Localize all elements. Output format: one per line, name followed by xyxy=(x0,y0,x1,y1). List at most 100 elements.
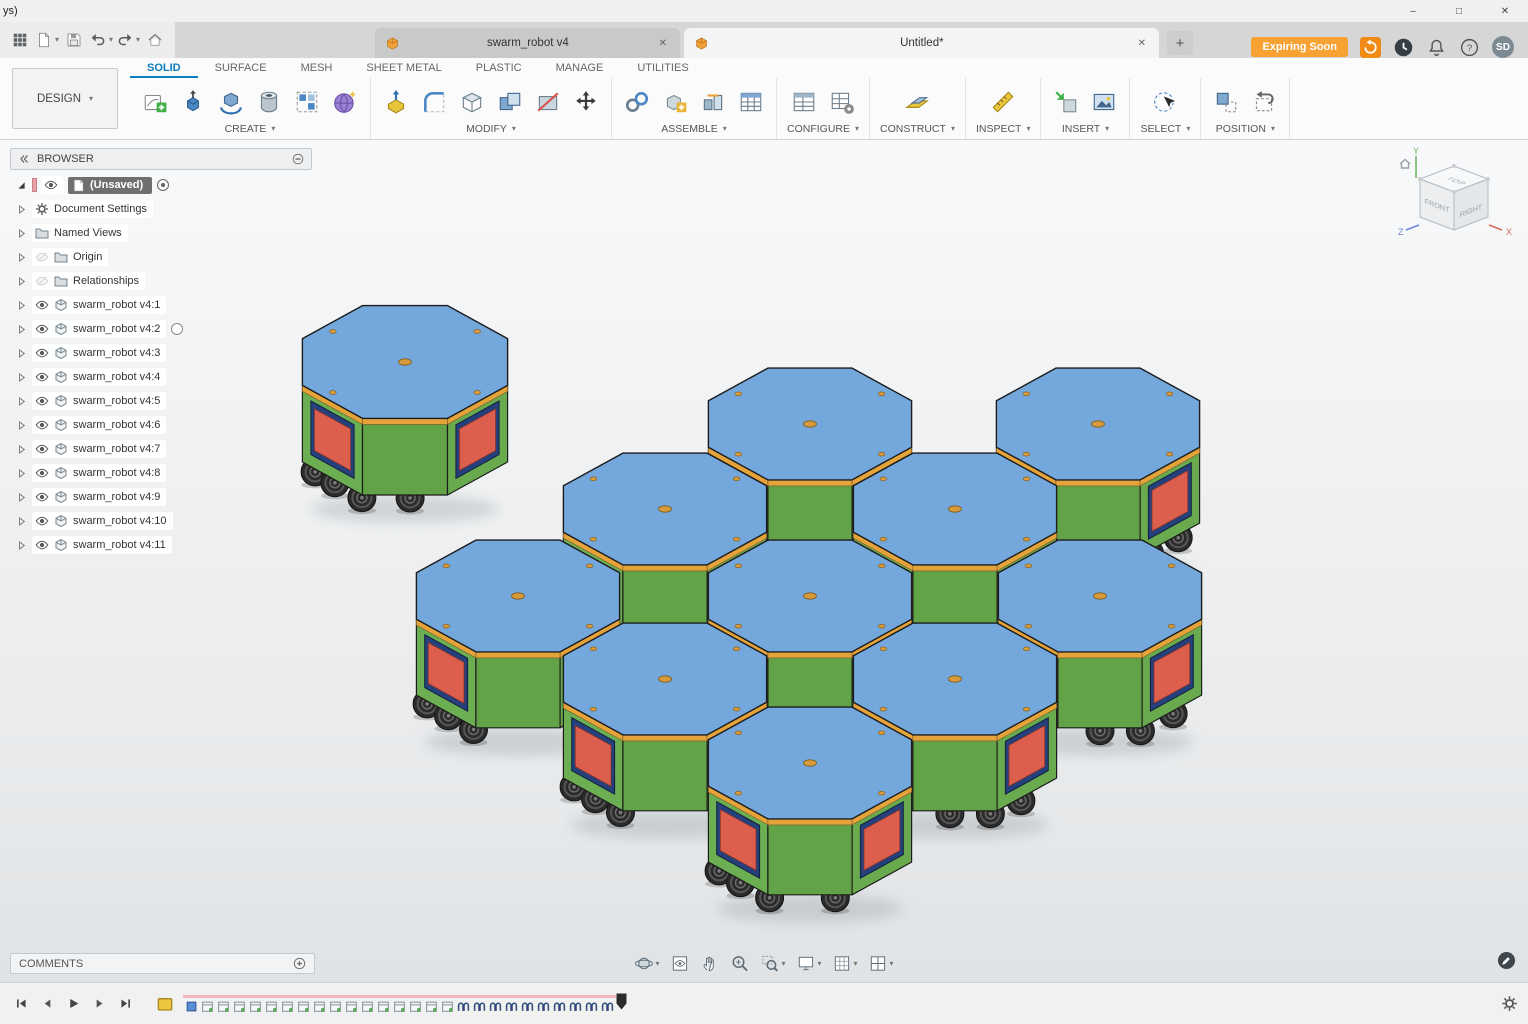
look-at-button[interactable] xyxy=(667,952,692,975)
revolve-button[interactable] xyxy=(216,87,246,117)
app-grid-button[interactable] xyxy=(8,27,32,53)
skip-start-button[interactable] xyxy=(10,992,33,1015)
collapse-panel-icon[interactable] xyxy=(18,153,30,165)
timeline-feature-component-icon[interactable] xyxy=(377,1000,390,1013)
timeline-settings-gear-icon[interactable] xyxy=(1501,995,1518,1012)
activate-radio-icon[interactable] xyxy=(170,322,184,336)
timeline-feature-joint-icon[interactable] xyxy=(585,1000,598,1013)
expand-arrow-icon[interactable] xyxy=(14,228,28,239)
ribbon-tab-solid[interactable]: SOLID xyxy=(130,58,198,78)
close-tab-icon[interactable]: ✕ xyxy=(656,38,670,49)
save-button[interactable] xyxy=(62,27,86,53)
expand-arrow-icon[interactable] xyxy=(14,300,28,311)
close-button[interactable]: ✕ xyxy=(1482,0,1528,22)
visibility-eye-icon[interactable] xyxy=(35,394,49,408)
visibility-eye-icon[interactable] xyxy=(35,370,49,384)
timeline-feature-component-icon[interactable] xyxy=(233,1000,246,1013)
ribbon-tab-sheet-metal[interactable]: SHEET METAL xyxy=(349,58,458,78)
measure-button[interactable] xyxy=(988,87,1018,117)
create-form-button[interactable] xyxy=(330,87,360,117)
assemble-joint-button[interactable] xyxy=(622,87,652,117)
hole-button[interactable] xyxy=(254,87,284,117)
group-label-dropdown[interactable]: ASSEMBLE ▾ xyxy=(622,123,766,136)
press-pull-button[interactable] xyxy=(381,87,411,117)
ribbon-tab-utilities[interactable]: UTILITIES xyxy=(620,58,705,78)
timeline-feature-component-icon[interactable] xyxy=(297,1000,310,1013)
robot-body[interactable] xyxy=(704,706,913,923)
combine-button[interactable] xyxy=(495,87,525,117)
ribbon-tab-manage[interactable]: MANAGE xyxy=(539,58,621,78)
viewcube-home-icon[interactable] xyxy=(1399,158,1411,169)
root-document-badge[interactable]: (Unsaved) xyxy=(68,176,153,194)
robot-body[interactable] xyxy=(300,304,509,523)
visibility-eye-icon[interactable] xyxy=(35,514,49,528)
timeline-feature-component-icon[interactable] xyxy=(313,1000,326,1013)
timeline-feature-component-icon[interactable] xyxy=(441,1000,454,1013)
window-zoom-button[interactable]: ▾ xyxy=(757,952,788,975)
ribbon-tab-plastic[interactable]: PLASTIC xyxy=(459,58,539,78)
timeline-feature-component-icon[interactable] xyxy=(281,1000,294,1013)
add-comment-icon[interactable] xyxy=(293,957,306,970)
group-label-dropdown[interactable]: CONSTRUCT ▾ xyxy=(880,123,955,136)
group-label-dropdown[interactable]: SELECT ▾ xyxy=(1140,123,1190,136)
create-sketch-button[interactable] xyxy=(140,87,170,117)
fillet-button[interactable] xyxy=(419,87,449,117)
group-label-dropdown[interactable]: INSERT ▾ xyxy=(1051,123,1119,136)
timeline-feature-component-icon[interactable] xyxy=(329,1000,342,1013)
timeline-feature-component-icon[interactable] xyxy=(345,1000,358,1013)
workspace-switcher[interactable]: DESIGN ▾ xyxy=(12,68,118,129)
expand-arrow-icon[interactable] xyxy=(14,492,28,503)
select-tool-button[interactable] xyxy=(1150,87,1180,117)
visibility-eye-icon[interactable] xyxy=(35,490,49,504)
group-label-dropdown[interactable]: MODIFY ▾ xyxy=(381,123,601,136)
timeline-feature-component-icon[interactable] xyxy=(217,1000,230,1013)
viewports-button[interactable]: ▾ xyxy=(866,952,897,975)
help-icon[interactable]: ? xyxy=(1459,37,1480,58)
visibility-eye-icon[interactable] xyxy=(35,466,49,480)
timeline-feature-joint-icon[interactable] xyxy=(569,1000,582,1013)
browser-item-row[interactable]: Document Settings xyxy=(10,197,312,221)
browser-item-row[interactable]: swarm_robot v4:3 xyxy=(10,341,312,365)
collapse-all-icon[interactable] xyxy=(292,153,304,165)
expand-arrow-icon[interactable] xyxy=(14,348,28,359)
expand-arrow-icon[interactable] xyxy=(14,324,28,335)
timeline-feature-joint-icon[interactable] xyxy=(537,1000,550,1013)
timeline-feature-joint-icon[interactable] xyxy=(601,1000,614,1013)
browser-item-row[interactable]: swarm_robot v4:1 xyxy=(10,293,312,317)
timeline-feature-joint-icon[interactable] xyxy=(521,1000,534,1013)
browser-item-row[interactable]: swarm_robot v4:7 xyxy=(10,437,312,461)
new-component-button[interactable] xyxy=(660,87,690,117)
orbit-button[interactable]: ▾ xyxy=(631,952,662,975)
bom-table-button[interactable] xyxy=(736,87,766,117)
activate-target-icon[interactable] xyxy=(156,178,170,192)
capture-position-button[interactable] xyxy=(1211,87,1241,117)
browser-item-row[interactable]: swarm_robot v4:4 xyxy=(10,365,312,389)
feedback-button[interactable] xyxy=(1497,951,1516,970)
browser-item-row[interactable]: swarm_robot v4:5 xyxy=(10,389,312,413)
close-tab-icon[interactable]: ✕ xyxy=(1135,38,1149,49)
timeline-feature-component-icon[interactable] xyxy=(409,1000,422,1013)
browser-item-row[interactable]: Origin xyxy=(10,245,312,269)
step-back-button[interactable] xyxy=(36,992,59,1015)
visibility-eye-off-icon[interactable] xyxy=(35,274,49,288)
visibility-eye-icon[interactable] xyxy=(35,322,49,336)
visibility-eye-icon[interactable] xyxy=(35,418,49,432)
group-label-dropdown[interactable]: POSITION ▾ xyxy=(1211,123,1279,136)
redo-button[interactable]: ▾ xyxy=(116,27,140,53)
display-settings-button[interactable]: ▾ xyxy=(793,952,824,975)
revert-position-button[interactable] xyxy=(1249,87,1279,117)
expand-arrow-icon[interactable] xyxy=(14,204,28,215)
browser-item-row[interactable]: swarm_robot v4:8 xyxy=(10,461,312,485)
browser-item-row[interactable]: swarm_robot v4:11 xyxy=(10,533,312,557)
pan-button[interactable] xyxy=(697,952,722,975)
expand-arrow-icon[interactable] xyxy=(14,396,28,407)
timeline-feature-component-icon[interactable] xyxy=(265,1000,278,1013)
create-pattern-button[interactable] xyxy=(292,87,322,117)
expand-arrow-icon[interactable] xyxy=(14,516,28,527)
rigid-group-button[interactable] xyxy=(698,87,728,117)
comments-bar[interactable]: COMMENTS xyxy=(10,953,315,974)
group-label-dropdown[interactable]: CONFIGURE ▾ xyxy=(787,123,859,136)
browser-item-row[interactable]: swarm_robot v4:6 xyxy=(10,413,312,437)
timeline-feature-joint-icon[interactable] xyxy=(457,1000,470,1013)
expand-arrow-icon[interactable] xyxy=(14,540,28,551)
